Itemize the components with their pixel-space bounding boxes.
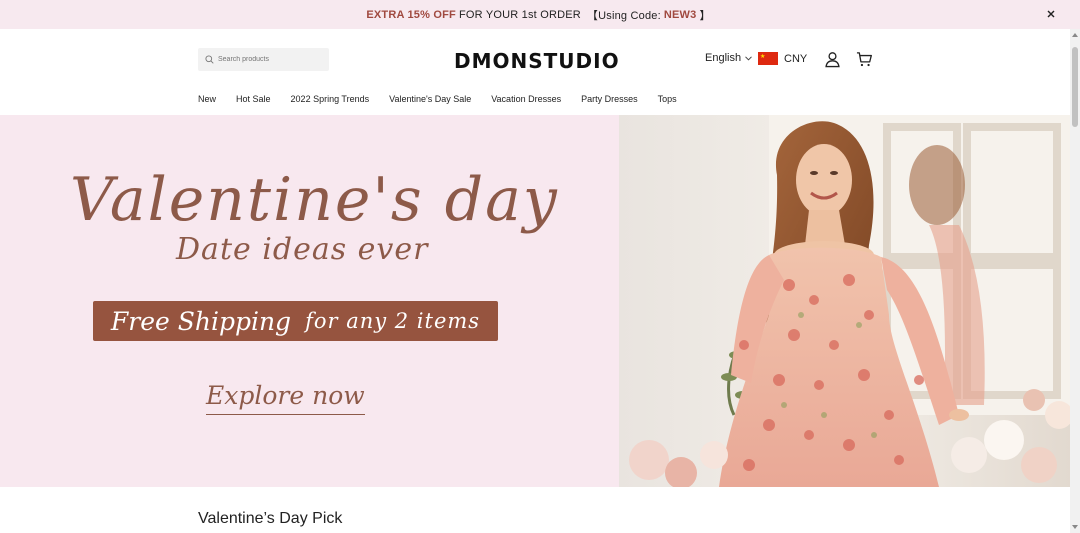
- search-icon: [205, 55, 214, 64]
- hero-banner[interactable]: Valentine's day Date ideas ever Free Shi…: [0, 115, 1070, 487]
- scroll-down-icon[interactable]: [1072, 525, 1078, 529]
- hero-title: Valentine's day: [70, 165, 559, 235]
- scrollbar-thumb[interactable]: [1072, 47, 1078, 127]
- user-icon[interactable]: [824, 51, 841, 68]
- site-header: DMONSTUDIO English CNY New Hot Sale 2022…: [0, 29, 1070, 115]
- chevron-down-icon: [745, 55, 752, 61]
- nav-item-tops[interactable]: Tops: [658, 94, 677, 104]
- explore-now-link[interactable]: Explore now: [206, 381, 365, 415]
- main-nav: New Hot Sale 2022 Spring Trends Valentin…: [198, 94, 697, 104]
- announcement-text: FOR YOUR 1st ORDER: [458, 8, 581, 21]
- hero-subtitle: Date ideas ever: [176, 232, 429, 267]
- nav-item-party-dresses[interactable]: Party Dresses: [581, 94, 638, 104]
- free-shipping-banner: Free Shipping for any 2 items: [93, 301, 498, 341]
- hero-model-photo: [619, 115, 1070, 487]
- section-title: Valentine’s Day Pick: [198, 510, 343, 527]
- nav-item-vacation-dresses[interactable]: Vacation Dresses: [491, 94, 561, 104]
- announcement-code: NEW3: [663, 8, 697, 21]
- page-scrollbar[interactable]: [1070, 29, 1080, 533]
- shipping-text-2: for any 2 items: [305, 309, 481, 333]
- language-label: English: [705, 52, 742, 64]
- site-logo[interactable]: DMONSTUDIO: [454, 49, 619, 73]
- china-flag-icon: [758, 52, 778, 65]
- search-input[interactable]: [218, 56, 318, 63]
- search-box[interactable]: [198, 48, 329, 71]
- announcement-highlight: EXTRA 15% OFF: [366, 8, 456, 21]
- cart-icon[interactable]: [856, 51, 873, 68]
- announcement-code-suffix: 】: [699, 9, 711, 22]
- shipping-text-1: Free Shipping: [110, 306, 292, 336]
- scroll-up-icon[interactable]: [1072, 33, 1078, 37]
- currency-label: CNY: [784, 52, 808, 65]
- language-selector[interactable]: English: [705, 52, 752, 64]
- hero-text-panel: Valentine's day Date ideas ever Free Shi…: [0, 115, 619, 487]
- announcement-code-prefix: 【Using Code:: [586, 9, 661, 22]
- currency-selector[interactable]: CNY: [758, 52, 807, 65]
- nav-item-spring-trends[interactable]: 2022 Spring Trends: [291, 94, 370, 104]
- nav-item-hot-sale[interactable]: Hot Sale: [236, 94, 271, 104]
- nav-item-valentines-sale[interactable]: Valentine's Day Sale: [389, 94, 471, 104]
- close-icon[interactable]: [1044, 7, 1058, 21]
- nav-item-new[interactable]: New: [198, 94, 216, 104]
- announcement-bar: EXTRA 15% OFF FOR YOUR 1st ORDER 【Using …: [0, 0, 1080, 29]
